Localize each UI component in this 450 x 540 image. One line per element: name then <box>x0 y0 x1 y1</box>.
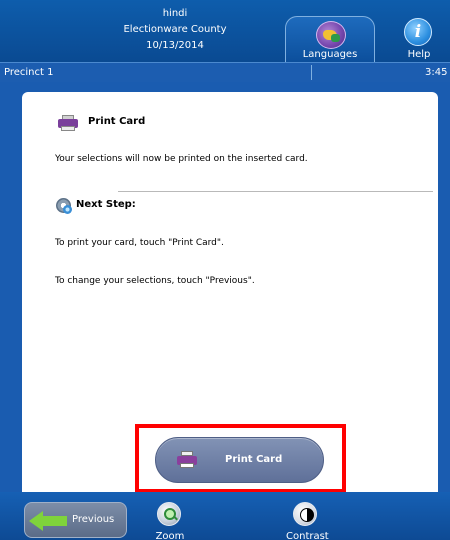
jurisdiction-name: Electionware County <box>123 24 227 35</box>
print-card-button-label: Print Card <box>225 454 283 465</box>
languages-tab[interactable]: Languages <box>285 16 375 62</box>
next-step-title: Next Step: <box>76 199 136 210</box>
change-instruction: To change your selections, touch "Previo… <box>55 276 255 286</box>
help-label: Help <box>407 49 431 60</box>
contrast-button[interactable]: Contrast <box>286 500 329 540</box>
section-divider <box>118 191 433 192</box>
status-bar: Precinct 1 3:45 PI <box>0 62 450 82</box>
help-button[interactable]: i Help <box>395 16 443 62</box>
election-date: 10/13/2014 <box>146 40 204 51</box>
previous-button-label: Previous <box>72 514 115 525</box>
zoom-magnifier-icon <box>157 502 181 526</box>
printer-icon <box>58 115 78 131</box>
clock: 3:45 PI <box>425 67 450 78</box>
print-card-title: Print Card <box>88 116 146 127</box>
status-divider <box>311 65 312 80</box>
gear-icon <box>56 198 72 214</box>
selections-message: Your selections will now be printed on t… <box>55 154 308 164</box>
languages-tab-label: Languages <box>302 49 358 60</box>
precinct-label: Precinct 1 <box>4 67 54 78</box>
contrast-label: Contrast <box>286 531 329 540</box>
election-info: hindi Electionware County 10/13/2014 <box>60 6 290 54</box>
languages-globe-icon <box>316 21 346 49</box>
zoom-button[interactable]: Zoom <box>150 500 190 540</box>
zoom-label: Zoom <box>155 531 185 540</box>
print-card-button[interactable]: Print Card <box>155 437 324 483</box>
app-header: hindi Electionware County 10/13/2014 Lan… <box>0 0 450 62</box>
print-instruction: To print your card, touch "Print Card". <box>55 238 224 248</box>
back-arrow-icon <box>29 511 67 531</box>
footer-toolbar: Previous Zoom Contrast <box>0 492 450 540</box>
previous-button[interactable]: Previous <box>24 502 127 538</box>
printer-icon <box>177 451 197 469</box>
contrast-icon <box>293 502 317 526</box>
help-info-icon: i <box>404 18 432 46</box>
language-name: hindi <box>162 8 188 19</box>
